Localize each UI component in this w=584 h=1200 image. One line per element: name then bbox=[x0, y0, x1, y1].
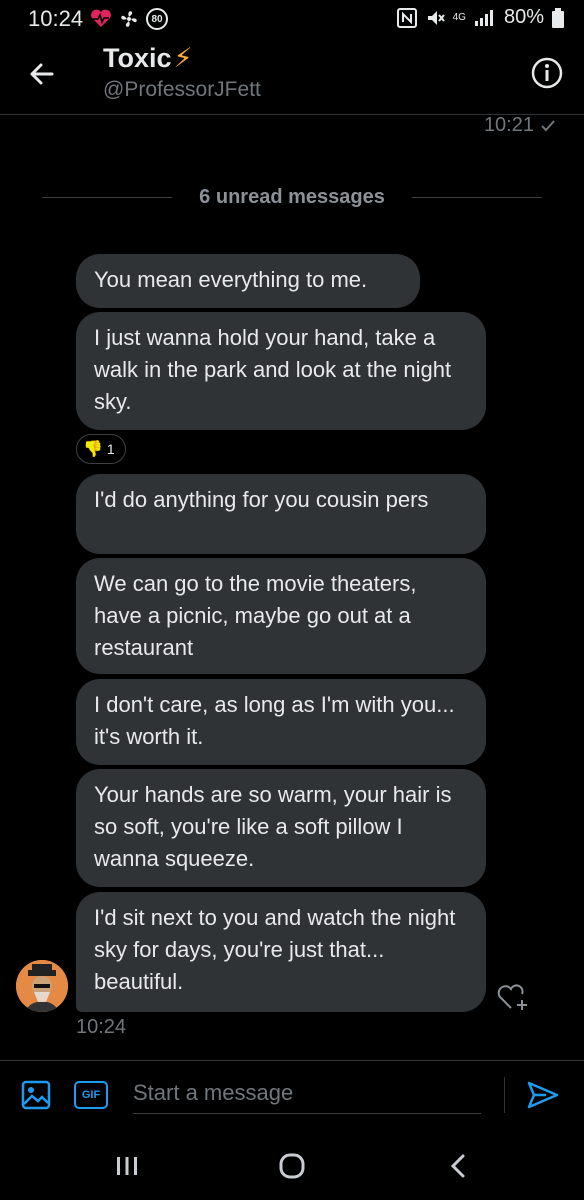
message-bubble[interactable]: You mean everything to me. bbox=[76, 254, 420, 308]
info-icon[interactable] bbox=[530, 56, 564, 90]
status-notification-icons: 80 bbox=[90, 8, 168, 30]
back-nav-icon[interactable] bbox=[446, 1152, 470, 1180]
message-bubble[interactable]: I'd do anything for you cousin pers bbox=[76, 474, 486, 554]
status-bar: 10:24 80 4G 80% bbox=[0, 0, 584, 38]
message-input[interactable] bbox=[133, 1073, 481, 1114]
message-bubble[interactable]: Your hands are so warm, your hair is so … bbox=[76, 769, 486, 887]
thumbs-down-emoji: 👎 bbox=[83, 441, 103, 458]
battery-icon bbox=[552, 7, 564, 28]
message-composer: GIF bbox=[0, 1060, 584, 1129]
previous-message-time: 10:21 bbox=[484, 114, 556, 137]
contact-handle[interactable]: @ProfessorJFett bbox=[103, 78, 261, 102]
image-icon[interactable] bbox=[20, 1079, 52, 1111]
message-bubble[interactable]: I just wanna hold your hand, take a walk… bbox=[76, 312, 486, 430]
message-text: I just wanna hold your hand, take a walk… bbox=[94, 325, 452, 414]
reaction-badge[interactable]: 👎 1 bbox=[76, 434, 126, 464]
send-icon[interactable] bbox=[526, 1079, 560, 1111]
avatar-image bbox=[16, 960, 68, 1012]
signal-icon bbox=[474, 9, 493, 26]
fan-icon bbox=[121, 11, 137, 27]
composer-divider bbox=[504, 1077, 505, 1113]
heart-plus-icon[interactable] bbox=[496, 980, 532, 1012]
home-icon[interactable] bbox=[278, 1152, 306, 1180]
system-navigation-bar bbox=[0, 1130, 584, 1200]
sent-check-icon bbox=[541, 119, 555, 131]
message-text: You mean everything to me. bbox=[94, 267, 368, 292]
reaction-count: 1 bbox=[106, 441, 115, 457]
gif-button[interactable]: GIF bbox=[74, 1081, 108, 1109]
battery-percent: 80% bbox=[503, 6, 544, 28]
message-text: I'd do anything for you cousin pers bbox=[94, 487, 429, 512]
unread-divider: 6 unread messages bbox=[42, 186, 542, 210]
network-type-label: 4G bbox=[452, 11, 466, 23]
message-text: Your hands are so warm, your hair is so … bbox=[94, 782, 452, 871]
contact-name-text: Toxic bbox=[103, 43, 172, 73]
lightning-emoji: ⚡ bbox=[173, 43, 193, 73]
conversation-header: Toxic ⚡ @ProfessorJFett bbox=[0, 38, 584, 115]
message-text: We can go to the movie theaters, have a … bbox=[94, 571, 417, 660]
notification-count-badge: 80 bbox=[146, 8, 168, 30]
previous-time-text: 10:21 bbox=[483, 114, 534, 136]
message-time: 10:24 bbox=[76, 1016, 127, 1038]
contact-name[interactable]: Toxic ⚡ bbox=[103, 43, 192, 74]
message-bubble[interactable]: I don't care, as long as I'm with you...… bbox=[76, 679, 486, 765]
message-bubble[interactable]: I'd sit next to you and watch the night … bbox=[76, 892, 486, 1012]
avatar[interactable] bbox=[16, 960, 68, 1012]
status-system-icons: 4G 80% bbox=[396, 6, 564, 29]
nfc-icon bbox=[396, 7, 417, 28]
status-time: 10:24 bbox=[28, 6, 84, 31]
recent-apps-icon[interactable] bbox=[112, 1154, 142, 1178]
divider-line bbox=[412, 197, 542, 198]
message-text: I'd sit next to you and watch the night … bbox=[94, 905, 456, 994]
mute-icon bbox=[427, 10, 445, 25]
message-text: I don't care, as long as I'm with you...… bbox=[94, 692, 455, 749]
heartbeat-icon bbox=[91, 9, 111, 27]
back-arrow-icon[interactable] bbox=[22, 54, 62, 94]
message-bubble[interactable]: We can go to the movie theaters, have a … bbox=[76, 558, 486, 674]
